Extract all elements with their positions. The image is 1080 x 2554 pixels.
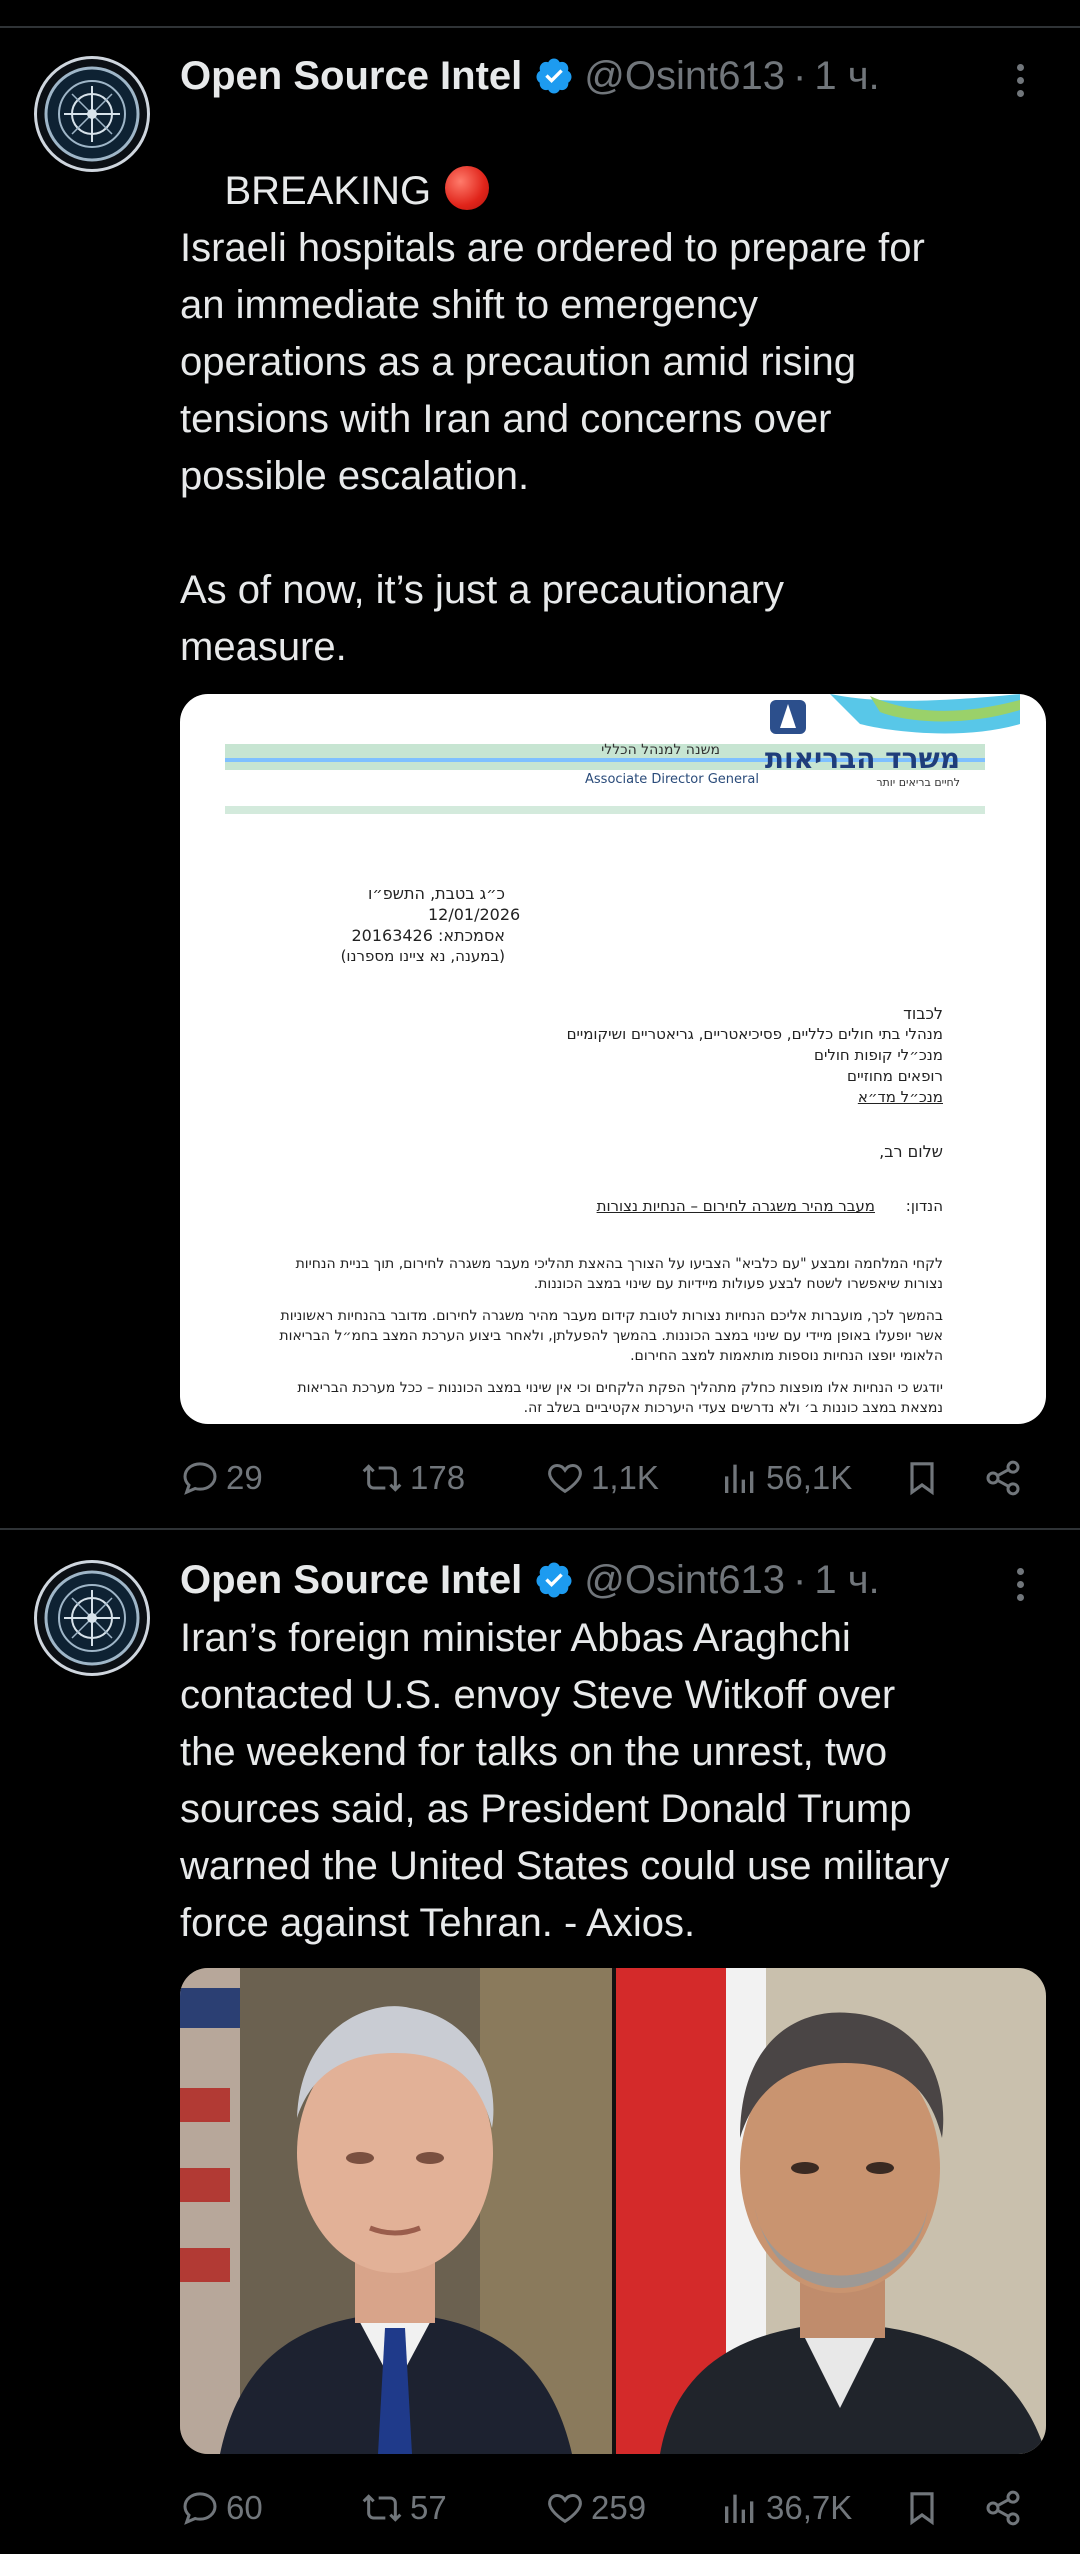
- tweet-image-photo[interactable]: [180, 1968, 1046, 2454]
- reply-button[interactable]: 29: [180, 1458, 263, 1498]
- repost-count: 57: [410, 2489, 447, 2526]
- author-handle[interactable]: @Osint613: [584, 1558, 785, 1603]
- views-icon: [725, 2494, 754, 2523]
- share-icon: [986, 1460, 1020, 1496]
- reply-count: 60: [226, 2489, 263, 2526]
- tweet-header: Open Source Intel @Osint613 · 1 ч.: [180, 46, 880, 106]
- share-icon: [986, 2490, 1020, 2526]
- author-handle[interactable]: @Osint613: [584, 54, 785, 99]
- recipient-1: מנהלי בתי חולים כלליים, פסיכיאטריים, גרי…: [566, 1025, 943, 1043]
- tweet-timestamp[interactable]: 1 ч.: [814, 54, 879, 99]
- recipient-4: מנכ״ל מד״א: [857, 1088, 943, 1106]
- more-dot-icon: [1016, 76, 1024, 84]
- header-separator: ·: [793, 1557, 807, 1602]
- ministry-tagline: לחיים בריאים יותר: [876, 776, 960, 789]
- reply-count: 29: [226, 1459, 263, 1496]
- paragraph-3: יודגש כי הנחיות אלו מופצות כחלק מתהליך ה…: [297, 1380, 943, 1416]
- view-count: 36,7K: [766, 2489, 853, 2526]
- greeting: שלום רב,: [879, 1142, 943, 1161]
- bookmark-icon: [910, 1462, 934, 1496]
- views-button[interactable]: 36,7K: [720, 2488, 852, 2528]
- share-button[interactable]: [982, 2488, 1024, 2528]
- reply-icon: [183, 2492, 217, 2525]
- osint-logo-icon: [44, 66, 140, 162]
- verified-badge-icon: [536, 1562, 572, 1598]
- document-reference: אסמכתא: 20163426: [351, 926, 505, 945]
- more-options-button[interactable]: [1000, 1554, 1040, 1614]
- share-button[interactable]: [982, 1458, 1024, 1498]
- like-count: 259: [591, 2489, 647, 2526]
- repost-count: 178: [410, 1459, 466, 1496]
- tweet-timestamp[interactable]: 1 ч.: [814, 1558, 879, 1603]
- heart-icon: [548, 1463, 582, 1494]
- subject-line: מעבר מהיר משגרה לחירום – הנחיות נצורות: [596, 1197, 875, 1215]
- subject-label: הנדון:: [905, 1197, 943, 1215]
- tweet-image-document[interactable]: משרד הבריאות לחיים בריאים יותר משנה למנה…: [180, 694, 1046, 1424]
- heart-icon: [548, 2493, 582, 2524]
- recipient-3: רופאים מחוזיים: [847, 1067, 943, 1085]
- paragraph-2: בהמשך לכך, מועברות אליכם הנחיות נצורות ל…: [279, 1308, 943, 1364]
- tweet-1[interactable]: Open Source Intel @Osint613 · 1 ч. BREAK…: [0, 0, 1080, 1530]
- author-avatar[interactable]: [34, 1560, 150, 1676]
- tweet-body: Israeli hospitals are ordered to prepare…: [180, 226, 925, 669]
- ministry-name: משרד הבריאות: [764, 742, 960, 775]
- views-button[interactable]: 56,1K: [720, 1458, 852, 1498]
- portrait-photo: [180, 1968, 1046, 2454]
- like-button[interactable]: 1,1K: [545, 1458, 659, 1498]
- repost-icon: [362, 2494, 402, 2522]
- hebrew-date: כ״ג בטבת, התשפ״ו: [368, 884, 505, 903]
- more-dot-icon: [1016, 1593, 1024, 1601]
- office-english: Associate Director General: [585, 772, 759, 787]
- to-label: לכבוד: [903, 1004, 943, 1023]
- paragraph-1: לקחי המלחמה ומבצע "עם כלביא" הצביעו על ה…: [295, 1256, 943, 1292]
- breaking-label: BREAKING: [224, 169, 432, 213]
- like-button[interactable]: 259: [545, 2488, 646, 2528]
- author-name[interactable]: Open Source Intel: [180, 54, 522, 99]
- bookmark-icon: [910, 2492, 934, 2526]
- tweet-actions: 29 178 1,1K 56,1K: [180, 1448, 1050, 1508]
- more-dot-icon: [1016, 63, 1024, 71]
- repost-button[interactable]: 178: [360, 1458, 465, 1498]
- osint-logo-icon: [44, 1570, 140, 1666]
- tweet-body: Iran’s foreign minister Abbas Araghchi c…: [180, 1616, 950, 1945]
- tweet-actions: 60 57 259 36,7K: [180, 2478, 1050, 2538]
- more-options-button[interactable]: [1000, 50, 1040, 110]
- tweet-header: Open Source Intel @Osint613 · 1 ч.: [180, 1550, 880, 1610]
- more-dot-icon: [1016, 89, 1024, 97]
- reference-note: (במענה, נא ציינו מספרנו): [340, 947, 505, 965]
- repost-button[interactable]: 57: [360, 2488, 447, 2528]
- office-hebrew: משנה למנהל הכללי: [601, 742, 720, 758]
- view-count: 56,1K: [766, 1459, 853, 1496]
- more-dot-icon: [1016, 1567, 1024, 1575]
- red-circle-icon: [445, 166, 490, 210]
- like-count: 1,1K: [591, 1459, 659, 1496]
- reply-icon: [183, 1462, 217, 1495]
- document-date: 12/01/2026: [428, 905, 521, 924]
- bookmark-button[interactable]: [902, 2488, 942, 2528]
- verified-badge-icon: [536, 58, 572, 94]
- header-separator: ·: [793, 53, 807, 98]
- author-avatar[interactable]: [34, 56, 150, 172]
- views-icon: [725, 1464, 754, 1493]
- more-dot-icon: [1016, 1580, 1024, 1588]
- recipient-2: מנכ״לי קופות חולים: [814, 1046, 943, 1064]
- tweet-2[interactable]: Open Source Intel @Osint613 · 1 ч. Iran’…: [0, 1530, 1080, 2554]
- author-name[interactable]: Open Source Intel: [180, 1558, 522, 1603]
- bookmark-button[interactable]: [902, 1458, 942, 1498]
- repost-icon: [362, 1464, 402, 1492]
- reply-button[interactable]: 60: [180, 2488, 263, 2528]
